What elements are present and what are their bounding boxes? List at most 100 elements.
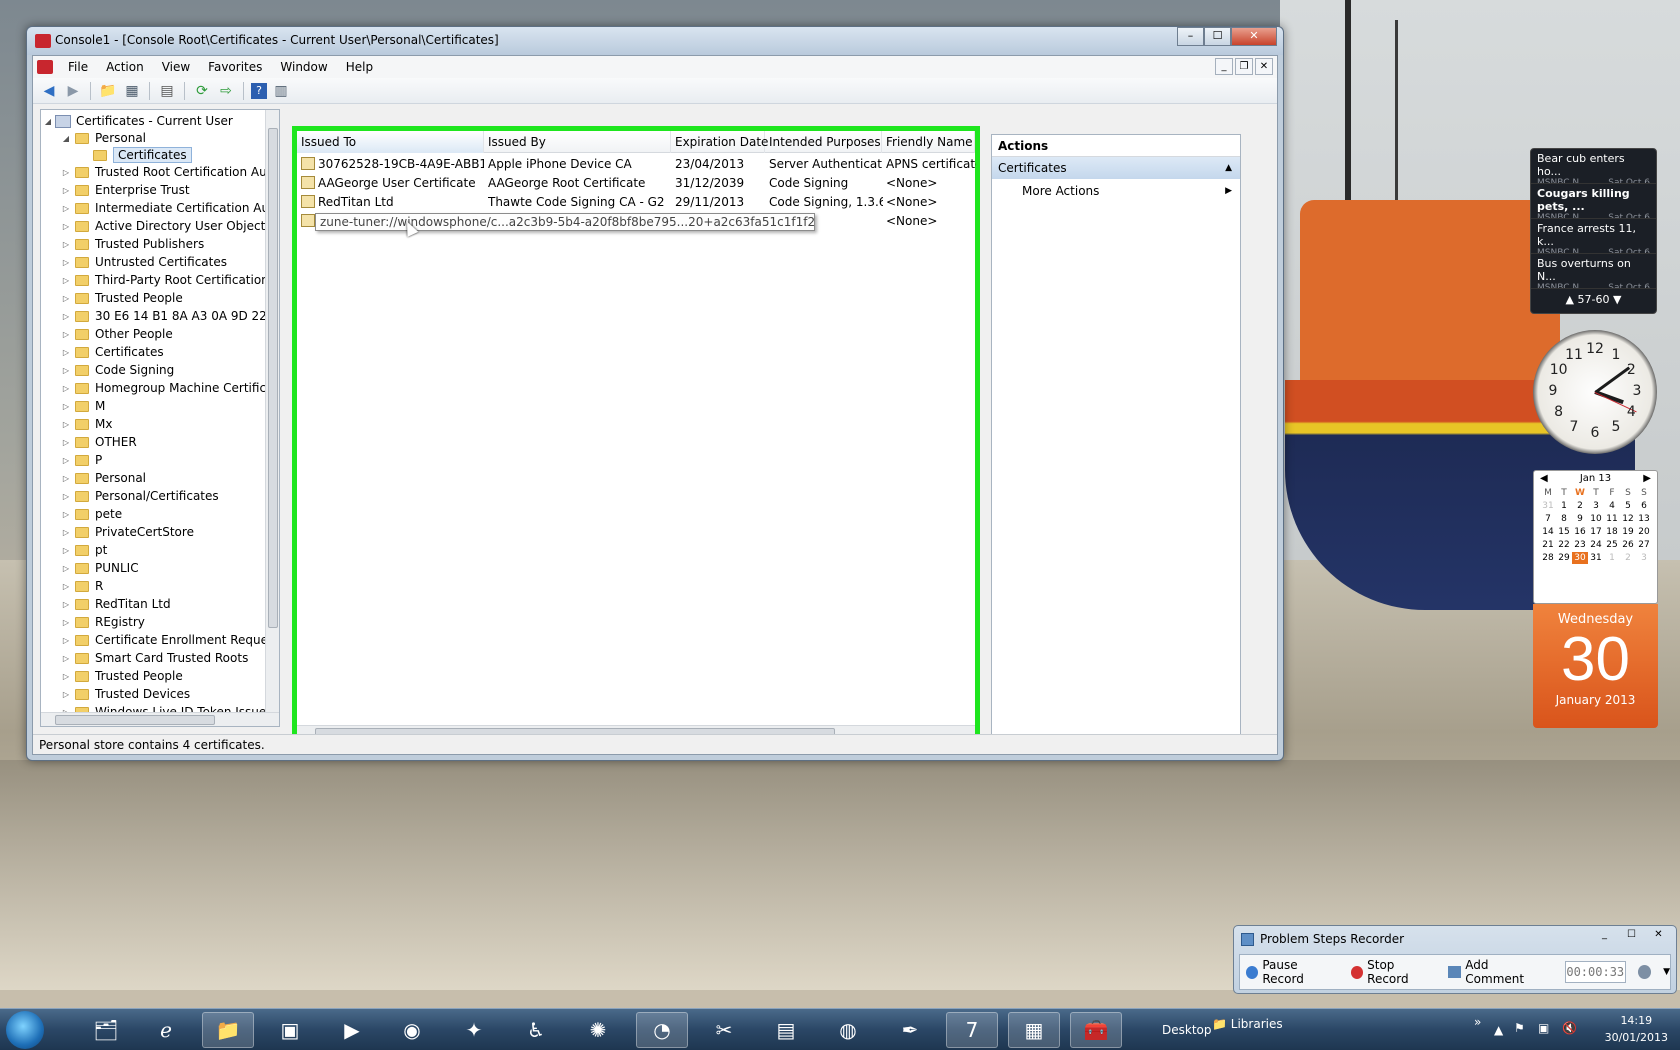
expand-arrow-icon[interactable]: ▷ — [61, 600, 71, 609]
tree-item[interactable]: ▷ Certificates — [61, 343, 164, 361]
expand-arrow-icon[interactable]: ▷ — [61, 636, 71, 645]
console-doc-icon[interactable] — [37, 60, 53, 74]
news-item[interactable]: France arrests 11, k... MSNBC N... Sat Oct… — [1531, 219, 1656, 254]
news-nav[interactable]: ▲ 57-60 ▼ — [1531, 289, 1656, 311]
taskbar-chrome-icon[interactable]: ◍ — [822, 1012, 874, 1048]
column-issued-by[interactable]: Issued By — [484, 131, 671, 153]
taskbar-paint-icon[interactable]: ✦ — [448, 1012, 500, 1048]
calendar-day[interactable]: 13 — [1636, 513, 1652, 525]
next-month-icon[interactable]: ▶ — [1643, 471, 1651, 487]
up-folder-icon[interactable]: 📁 — [98, 81, 118, 101]
expand-arrow-icon[interactable]: ▷ — [61, 204, 71, 213]
calendar-day[interactable]: 10 — [1588, 513, 1604, 525]
news-item[interactable]: Bear cub enters ho... MSNBC N... Sat Oct 6 — [1531, 149, 1656, 184]
dropdown-arrow-icon[interactable]: ▼ — [1663, 967, 1670, 977]
column-expiration-date[interactable]: Expiration Date — [671, 131, 768, 153]
menu-action[interactable]: Action — [97, 60, 153, 74]
expand-arrow-icon[interactable]: ▷ — [61, 474, 71, 483]
minimize-button[interactable]: – — [1177, 27, 1204, 46]
tree-item[interactable]: ▷ Intermediate Certification Autho — [61, 199, 279, 217]
expand-arrow-icon[interactable]: ▷ — [61, 582, 71, 591]
calendar-day[interactable]: 18 — [1604, 526, 1620, 538]
tree-item[interactable]: ▷ pt — [61, 541, 107, 559]
table-row[interactable]: 30762528-19CB-4A9E-ABB1-C5... Apple iPhon… — [297, 156, 976, 174]
expand-arrow-icon[interactable]: ▷ — [61, 348, 71, 357]
taskbar-cmd-icon[interactable]: ▣ — [264, 1012, 316, 1048]
stop-record-button[interactable]: Stop Record — [1350, 958, 1436, 986]
calendar-day[interactable]: 9 — [1572, 513, 1588, 525]
tree-item[interactable]: ▷ Personal — [61, 469, 146, 487]
toolbar-libraries[interactable]: 📁 Libraries — [1212, 1017, 1283, 1031]
news-prev-icon[interactable]: ▲ — [1566, 293, 1574, 306]
expand-arrow-icon[interactable]: ▷ — [61, 312, 71, 321]
expand-arrow-icon[interactable]: ▷ — [61, 438, 71, 447]
expand-arrow-icon[interactable]: ▷ — [61, 294, 71, 303]
expand-arrow-icon[interactable]: ▷ — [61, 402, 71, 411]
psr-maximize-button[interactable]: ☐ — [1618, 927, 1645, 944]
calendar-day[interactable]: 15 — [1556, 526, 1572, 538]
action-center-flag-icon[interactable]: ⚑ — [1514, 1021, 1525, 1035]
expand-arrow-icon[interactable]: ▷ — [61, 456, 71, 465]
psr-close-button[interactable]: ✕ — [1645, 927, 1672, 944]
tree-item[interactable]: ▷ PUNLIC — [61, 559, 139, 577]
network-icon[interactable]: ▣ — [1538, 1021, 1549, 1035]
calendar-day[interactable]: 2 — [1572, 500, 1588, 512]
taskbar-document-icon[interactable]: ▤ — [760, 1012, 812, 1048]
tree-item[interactable]: ▷ REgistry — [61, 613, 145, 631]
collapse-arrow-icon[interactable]: ◢ — [43, 117, 53, 126]
expand-arrow-icon[interactable]: ▷ — [61, 258, 71, 267]
tree-item[interactable]: ▷ Certificate Enrollment Requests — [61, 631, 279, 649]
menu-help[interactable]: Help — [337, 60, 382, 74]
news-item[interactable]: Cougars killing pets, ... MSNBC N... Sat O… — [1531, 184, 1656, 219]
taskbar-toolbox-icon[interactable]: 🧰 — [1070, 1012, 1122, 1048]
calendar-day[interactable]: 26 — [1620, 539, 1636, 551]
calendar-day[interactable]: 20 — [1636, 526, 1652, 538]
calendar-day[interactable]: 17 — [1588, 526, 1604, 538]
calendar-day[interactable]: 19 — [1620, 526, 1636, 538]
taskbar-firefox-icon[interactable]: ✺ — [572, 1012, 624, 1048]
maximize-button[interactable]: ☐ — [1204, 27, 1231, 46]
show-hide-action-pane-icon[interactable]: ▥ — [271, 81, 291, 101]
calendar-day[interactable]: 16 — [1572, 526, 1588, 538]
column-issued-to[interactable]: Issued To — [297, 131, 484, 153]
tree-item[interactable]: ▷ Personal/Certificates — [61, 487, 219, 505]
tree-item[interactable]: ▷ P — [61, 451, 102, 469]
expand-arrow-icon[interactable]: ▷ — [61, 672, 71, 681]
column-friendly-name[interactable]: Friendly Name — [882, 131, 975, 153]
tree-item[interactable]: ▷ Homegroup Machine Certificate — [61, 379, 279, 397]
volume-muted-icon[interactable]: 🔇 — [1562, 1021, 1577, 1035]
tree-item[interactable]: ▷ RedTitan Ltd — [61, 595, 171, 613]
calendar-day[interactable]: 12 — [1620, 513, 1636, 525]
expand-arrow-icon[interactable]: ▷ — [61, 222, 71, 231]
table-row[interactable]: AAGeorge User Certificate AAGeorge Root C… — [297, 175, 975, 193]
calendar-day[interactable]: 2 — [1620, 552, 1636, 564]
tree-item[interactable]: ▷ pete — [61, 505, 122, 523]
calendar-day[interactable]: 30 — [1572, 552, 1588, 564]
calendar-day[interactable]: 31 — [1588, 552, 1604, 564]
forward-icon[interactable]: ▶ — [63, 81, 83, 101]
tree-scroll-thumb[interactable] — [268, 128, 278, 628]
taskbar-ink-icon[interactable]: ✒ — [884, 1012, 936, 1048]
actions-section-certificates[interactable]: Certificates ▲ — [992, 157, 1240, 179]
taskbar-mmc-icon[interactable]: ▦ — [1008, 1012, 1060, 1048]
calendar-day[interactable]: 31 — [1540, 500, 1556, 512]
certificate-list[interactable]: Issued To Issued By Expiration Date Inte… — [292, 126, 980, 744]
taskbar-ie-icon[interactable]: ℯ — [140, 1012, 192, 1048]
doc-close-button[interactable]: ✕ — [1255, 58, 1273, 75]
tree-item[interactable]: ▷ Code Signing — [61, 361, 174, 379]
tree-item[interactable]: ▷ Enterprise Trust — [61, 181, 190, 199]
tree-item[interactable]: ▷ Smart Card Trusted Roots — [61, 649, 248, 667]
show-hide-tree-icon[interactable]: ▦ — [122, 81, 142, 101]
calendar-day[interactable]: 25 — [1604, 539, 1620, 551]
close-button[interactable]: ✕ — [1231, 27, 1277, 46]
tree-item[interactable]: ▷ Trusted People — [61, 667, 183, 685]
calendar-day[interactable]: 22 — [1556, 539, 1572, 551]
refresh-icon[interactable]: ⟳ — [192, 81, 212, 101]
tree-item[interactable]: ▷ R — [61, 577, 103, 595]
menu-file[interactable]: File — [59, 60, 97, 74]
expand-arrow-icon[interactable]: ▷ — [61, 276, 71, 285]
expand-arrow-icon[interactable]: ▷ — [61, 420, 71, 429]
news-item[interactable]: Bus overturns on N... MSNBC N... Sat Oct 6 — [1531, 254, 1656, 289]
menu-view[interactable]: View — [153, 60, 199, 74]
taskbar-accessibility-icon[interactable]: ♿ — [510, 1012, 562, 1048]
